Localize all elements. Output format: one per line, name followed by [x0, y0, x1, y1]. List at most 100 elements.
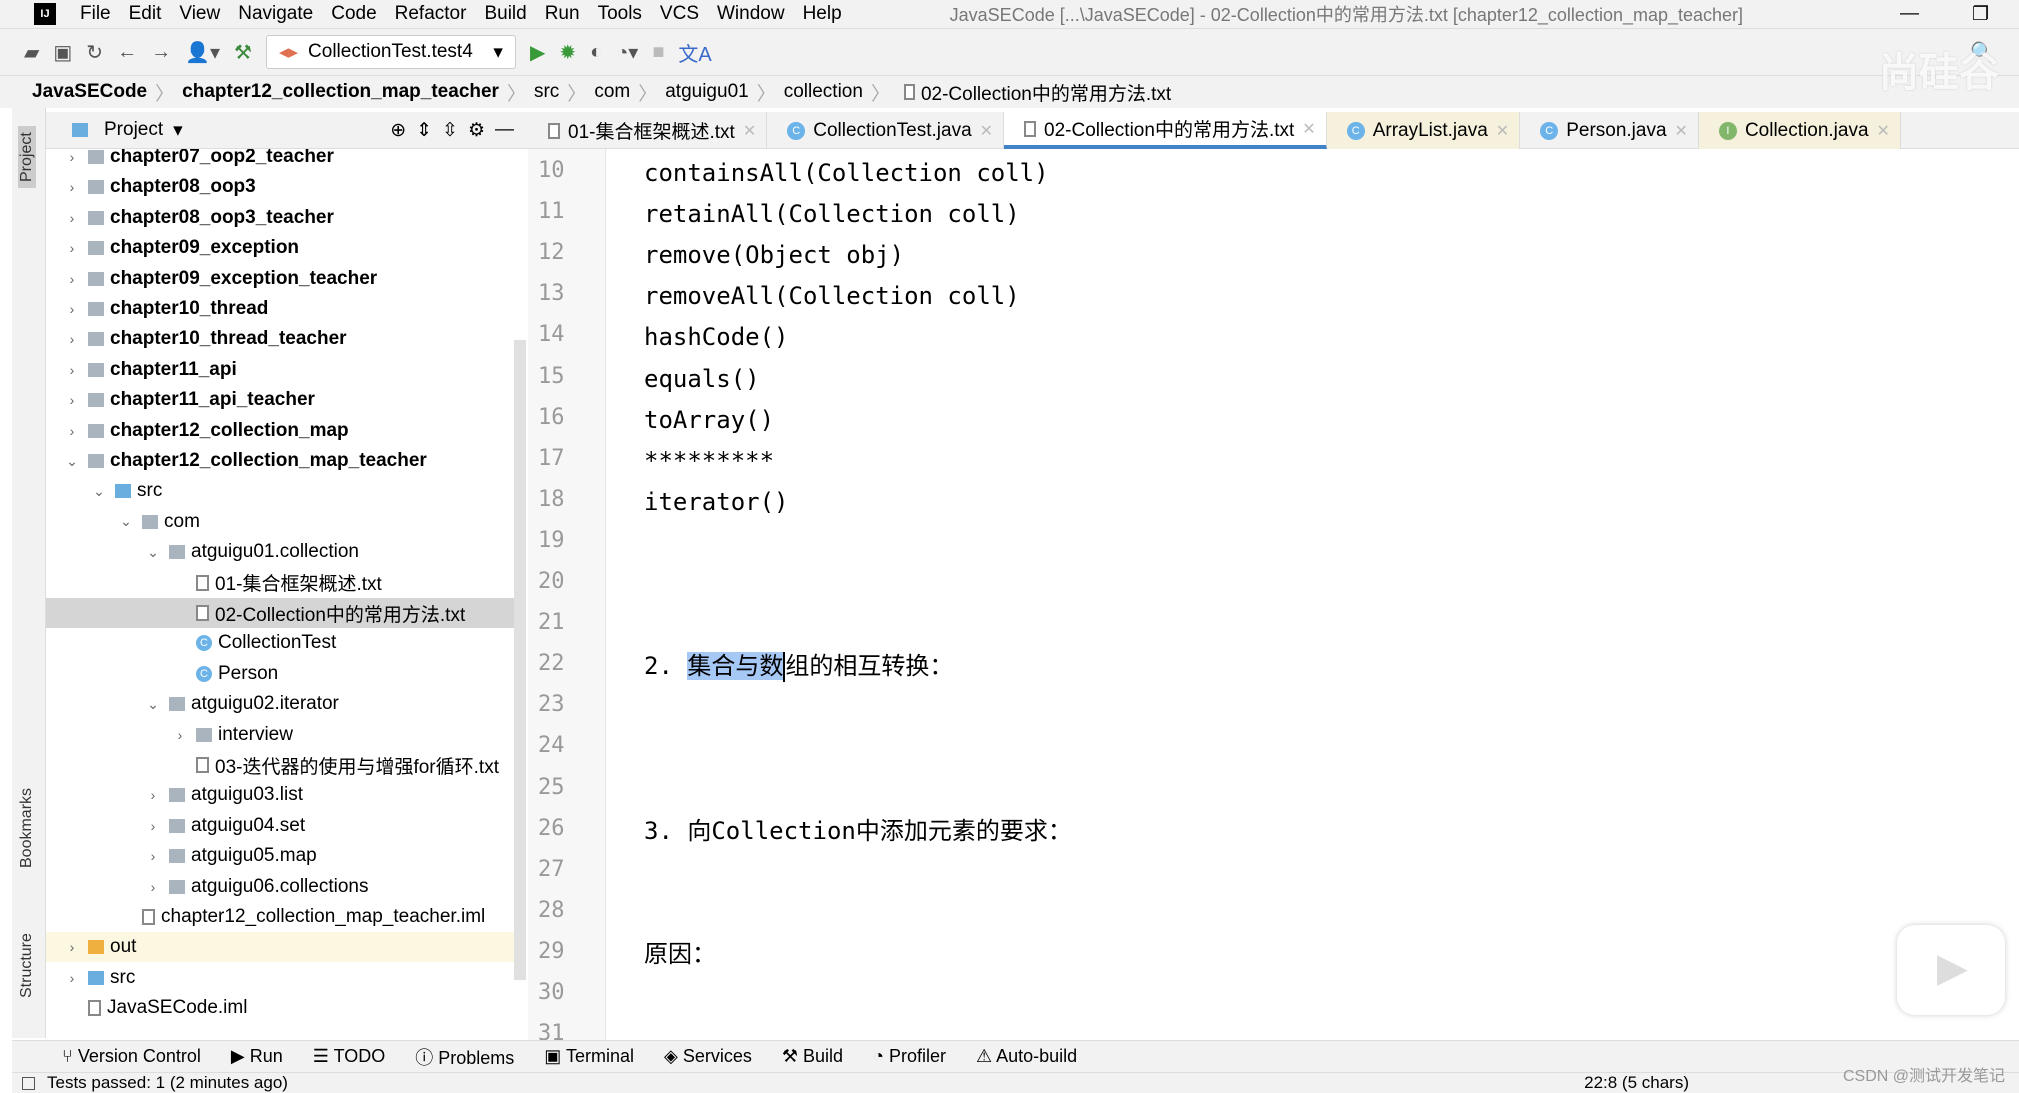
- open-icon[interactable]: ▰: [24, 40, 39, 65]
- tree-item[interactable]: JavaSECode.iml: [46, 993, 516, 1023]
- tree-item[interactable]: C Person: [46, 659, 516, 689]
- chevron-right-icon[interactable]: ›: [62, 301, 82, 317]
- chevron-down-icon[interactable]: ⌄: [143, 696, 163, 713]
- close-icon[interactable]: ✕: [1302, 119, 1315, 139]
- menu-tools[interactable]: Tools: [598, 3, 642, 25]
- structure-tool-tab[interactable]: Structure: [18, 933, 36, 998]
- code-line[interactable]: hashCode(): [644, 317, 789, 358]
- tool-window-problems[interactable]: ⓘ Problems: [415, 1044, 514, 1070]
- tool-window-version-control[interactable]: ⑂ Version Control: [62, 1046, 201, 1067]
- tree-item[interactable]: › chapter08_oop3_teacher: [46, 203, 516, 233]
- back-icon[interactable]: ←: [117, 41, 137, 64]
- tree-item[interactable]: › chapter08_oop3: [46, 172, 516, 202]
- tool-window-build[interactable]: ⚒ Build: [782, 1046, 843, 1067]
- code-line[interactable]: retainAll(Collection coll): [644, 194, 1020, 235]
- tree-item[interactable]: › chapter07_oop2_teacher: [46, 149, 516, 172]
- text-selection[interactable]: 集合与数: [687, 652, 784, 681]
- chevron-down-icon[interactable]: ⌄: [116, 513, 136, 530]
- project-view-select[interactable]: Project: [104, 119, 163, 141]
- expand-all-icon[interactable]: ⇕: [416, 119, 432, 142]
- code-line[interactable]: containsAll(Collection coll): [644, 153, 1049, 194]
- save-icon[interactable]: ▣: [53, 40, 72, 65]
- breadcrumb-item[interactable]: com: [594, 81, 630, 103]
- play-button[interactable]: ▶: [1897, 925, 2005, 1015]
- tree-item[interactable]: ⌄ atguigu01.collection: [46, 537, 516, 567]
- tab-3[interactable]: C ArrayList.java ✕: [1326, 112, 1521, 149]
- breadcrumb-item[interactable]: chapter12_collection_map_teacher: [182, 81, 499, 103]
- tree-item[interactable]: › chapter09_exception: [46, 233, 516, 263]
- bookmarks-tool-tab[interactable]: Bookmarks: [18, 788, 36, 868]
- code-line[interactable]: 2. 集合与数组的相互转换：: [644, 646, 953, 687]
- menu-navigate[interactable]: Navigate: [238, 3, 313, 25]
- tab-0[interactable]: 01-集合框架概述.txt ✕: [528, 112, 768, 149]
- coverage-icon[interactable]: ◐: [590, 41, 602, 64]
- checkbox-icon[interactable]: [22, 1076, 35, 1090]
- chevron-right-icon[interactable]: ›: [62, 970, 82, 986]
- sync-icon[interactable]: ↻: [86, 40, 103, 65]
- tree-item[interactable]: › chapter11_api: [46, 355, 516, 385]
- chevron-right-icon[interactable]: ›: [62, 331, 82, 347]
- tree-item[interactable]: ⌄ chapter12_collection_map_teacher: [46, 446, 516, 476]
- code-line[interactable]: 3. 向Collection中添加元素的要求：: [644, 811, 1072, 852]
- close-icon[interactable]: ✕: [743, 121, 756, 141]
- tree-item[interactable]: › atguigu05.map: [46, 841, 516, 871]
- tree-item[interactable]: C CollectionTest: [46, 628, 516, 658]
- chevron-right-icon[interactable]: ›: [62, 423, 82, 439]
- collapse-all-icon[interactable]: ⇳: [442, 119, 458, 142]
- chevron-right-icon[interactable]: ›: [143, 848, 163, 864]
- code-line[interactable]: removeAll(Collection coll): [644, 276, 1020, 317]
- close-icon[interactable]: ✕: [1877, 121, 1890, 141]
- chevron-right-icon[interactable]: ›: [62, 939, 82, 955]
- code-line[interactable]: *********: [644, 441, 774, 482]
- tree-item[interactable]: ⌄ atguigu02.iterator: [46, 689, 516, 719]
- close-icon[interactable]: ✕: [1675, 121, 1688, 141]
- chevron-right-icon[interactable]: ›: [62, 271, 82, 287]
- forward-icon[interactable]: →: [151, 41, 171, 64]
- tree-item[interactable]: › chapter10_thread: [46, 294, 516, 324]
- code-line[interactable]: equals(): [644, 359, 760, 400]
- chevron-down-icon[interactable]: ⌄: [143, 544, 163, 561]
- menu-window[interactable]: Window: [717, 3, 785, 25]
- translate-icon[interactable]: 文A: [678, 38, 711, 67]
- caret-position[interactable]: 22:8 (5 chars): [1584, 1073, 1689, 1093]
- tree-item[interactable]: › out: [46, 932, 516, 963]
- code-line[interactable]: 原因：: [644, 934, 716, 975]
- tree-item[interactable]: › atguigu03.list: [46, 780, 516, 810]
- menu-build[interactable]: Build: [484, 3, 526, 25]
- tree-item[interactable]: chapter12_collection_map_teacher.iml: [46, 902, 516, 932]
- gear-icon[interactable]: ⚙: [468, 119, 485, 142]
- tree-item[interactable]: › interview: [46, 720, 516, 750]
- tool-window-run[interactable]: ▶ Run: [231, 1046, 283, 1067]
- stop-icon[interactable]: ■: [652, 41, 664, 64]
- run-icon[interactable]: ▶: [530, 40, 545, 65]
- tree-item[interactable]: › chapter09_exception_teacher: [46, 264, 516, 294]
- tree-item[interactable]: ⌄ com: [46, 507, 516, 537]
- editor[interactable]: containsAll(Collection coll) retainAll(Co…: [606, 149, 2019, 1040]
- breadcrumb-item[interactable]: JavaSECode: [32, 81, 147, 103]
- tree-item[interactable]: 02-Collection中的常用方法.txt: [46, 598, 516, 628]
- tree-item[interactable]: 01-集合框架概述.txt: [46, 568, 516, 598]
- minimize-icon[interactable]: —: [1900, 3, 1919, 25]
- menu-help[interactable]: Help: [803, 3, 842, 25]
- hide-icon[interactable]: —: [495, 119, 514, 141]
- project-tool-tab[interactable]: Project: [18, 126, 36, 188]
- chevron-right-icon[interactable]: ›: [143, 787, 163, 803]
- tree-item[interactable]: › atguigu04.set: [46, 811, 516, 841]
- breadcrumb-item[interactable]: atguigu01: [665, 81, 748, 103]
- chevron-right-icon[interactable]: ›: [62, 362, 82, 378]
- tool-window-terminal[interactable]: ▣ Terminal: [544, 1046, 634, 1067]
- chevron-right-icon[interactable]: ›: [170, 727, 190, 743]
- chevron-right-icon[interactable]: ›: [62, 179, 82, 195]
- tool-window-services[interactable]: ◈ Services: [664, 1046, 752, 1067]
- close-icon[interactable]: ✕: [1496, 121, 1509, 141]
- breadcrumb-item[interactable]: src: [534, 81, 559, 103]
- chevron-down-icon[interactable]: ▾: [173, 119, 183, 142]
- tool-window-auto-build[interactable]: ⚠ Auto-build: [976, 1046, 1077, 1067]
- tool-window-profiler[interactable]: ◔ Profiler: [873, 1046, 946, 1067]
- tab-5[interactable]: I Collection.java ✕: [1698, 112, 1901, 149]
- menu-vcs[interactable]: VCS: [660, 3, 699, 25]
- run-config-select[interactable]: ◂▸ CollectionTest.test4 ▾: [265, 35, 516, 69]
- tab-1[interactable]: C CollectionTest.java ✕: [767, 112, 1005, 149]
- chevron-right-icon[interactable]: ›: [62, 210, 82, 226]
- breadcrumb-item[interactable]: collection: [784, 81, 863, 103]
